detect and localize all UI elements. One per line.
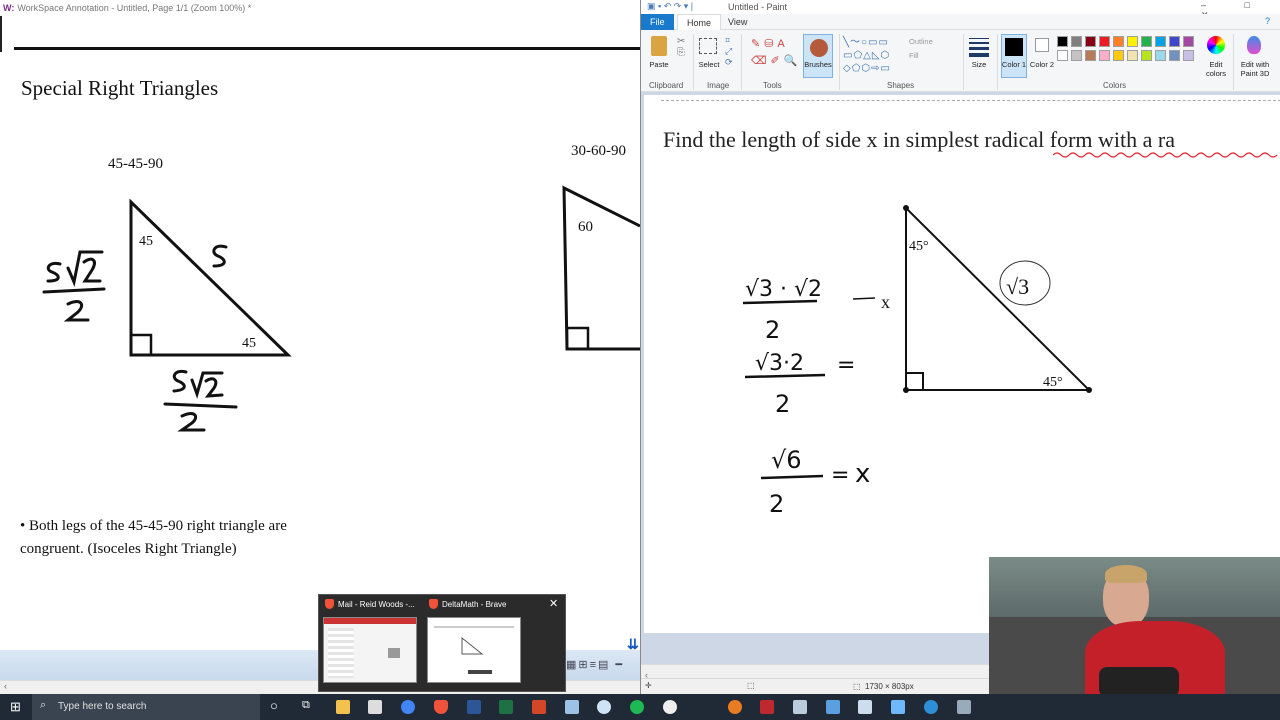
webcam-overlay	[989, 557, 1280, 694]
right-angle-mark-3060	[565, 326, 590, 351]
work-step2-den: 2	[775, 390, 790, 418]
app-icon[interactable]	[597, 700, 611, 714]
recorder-icon[interactable]	[760, 700, 774, 714]
work-step3-eq: =	[831, 463, 849, 488]
task-view-icon[interactable]: ⧉	[302, 699, 310, 712]
work-step3-den: 2	[769, 490, 784, 518]
brave-icon	[429, 599, 438, 609]
workspace-window: W: WorkSpace Annotation - Untitled, Page …	[0, 0, 640, 694]
brave-taskbar-icon[interactable]	[434, 700, 448, 714]
close-icon[interactable]: ✕	[549, 597, 558, 610]
thumb-deltamath-preview[interactable]	[427, 617, 521, 683]
app-icon-5[interactable]	[957, 700, 971, 714]
taskbar-thumbnail-popup: Mail - Reid Woods -... DeltaMath - Brave…	[318, 594, 566, 692]
file-explorer-icon[interactable]	[336, 700, 350, 714]
hyp-s-mark	[212, 244, 228, 268]
right-angle-mark	[129, 333, 153, 357]
powerpoint-icon[interactable]	[532, 700, 546, 714]
triangle-3060	[562, 185, 640, 351]
paint-taskbar-icon[interactable]	[826, 700, 840, 714]
work-step3-num: √6	[771, 446, 802, 474]
clock-app-icon[interactable]	[663, 700, 677, 714]
store-icon[interactable]	[368, 700, 382, 714]
triangle-4545	[129, 198, 292, 357]
paint-leg-label: x	[881, 292, 890, 312]
thumb-mail-preview[interactable]	[323, 617, 417, 683]
cortana-icon[interactable]: ○	[270, 698, 278, 713]
paint-hyp-label: √3	[1006, 274, 1029, 299]
work-step1-num: √3 · √2	[745, 277, 822, 302]
app-icon-4[interactable]	[858, 700, 872, 714]
work-step2-eq: =	[837, 353, 855, 378]
brave-icon	[325, 599, 334, 609]
angle-top-label: 45	[139, 234, 153, 249]
work-result-var: x	[855, 459, 870, 489]
paint-angle-top: 45°	[909, 239, 929, 254]
paint-angle-right: 45°	[1043, 375, 1063, 390]
search-icon: ⌕	[40, 699, 47, 711]
download-arrows-icon[interactable]: ⇊	[627, 636, 639, 653]
selection-icon: ⬚	[747, 681, 755, 690]
work-step2-num: √3·2	[755, 351, 804, 376]
canvas-size-icon: ⬚	[853, 682, 861, 691]
spotify-icon[interactable]	[630, 700, 644, 714]
thumb-deltamath-title[interactable]: DeltaMath - Brave	[429, 599, 506, 609]
canvas-size: 1730 × 803px	[865, 682, 914, 691]
cursor-position-icon: ✛	[645, 681, 652, 690]
calculator-icon[interactable]	[565, 700, 579, 714]
work-step1-den: 2	[765, 316, 780, 344]
angle-60-label: 60	[578, 219, 593, 235]
handwritten-work: √3 · √2 2 √3·2 = 2 √6 = x 2	[742, 277, 870, 518]
paint-right-angle	[905, 372, 924, 391]
toolbar-icons[interactable]: ▦⊞≡▤ ━	[566, 658, 624, 671]
left-leg-handwriting	[42, 250, 106, 322]
taskbar: ⊞ ⌕ Type here to search ○ ⧉	[0, 694, 1280, 720]
taskbar-search[interactable]: ⌕ Type here to search	[32, 694, 260, 720]
bottom-leg-handwriting	[163, 369, 238, 432]
windows-start-icon[interactable]: ⊞	[10, 699, 21, 715]
app-icon-3[interactable]	[793, 700, 807, 714]
search-placeholder: Type here to search	[58, 701, 147, 712]
thumb-mail-title[interactable]: Mail - Reid Woods -...	[325, 599, 415, 609]
excel-icon[interactable]	[499, 700, 513, 714]
paint-triangle	[905, 205, 1092, 391]
app-icon-2[interactable]	[728, 700, 742, 714]
bullet-note: • Both legs of the 45-45-90 right triang…	[20, 518, 287, 557]
snip-icon[interactable]	[891, 700, 905, 714]
angle-right-label: 45	[242, 336, 256, 351]
mouse	[1099, 667, 1179, 694]
word-icon[interactable]	[467, 700, 481, 714]
edge-icon[interactable]	[924, 700, 938, 714]
chrome-icon[interactable]	[401, 700, 415, 714]
